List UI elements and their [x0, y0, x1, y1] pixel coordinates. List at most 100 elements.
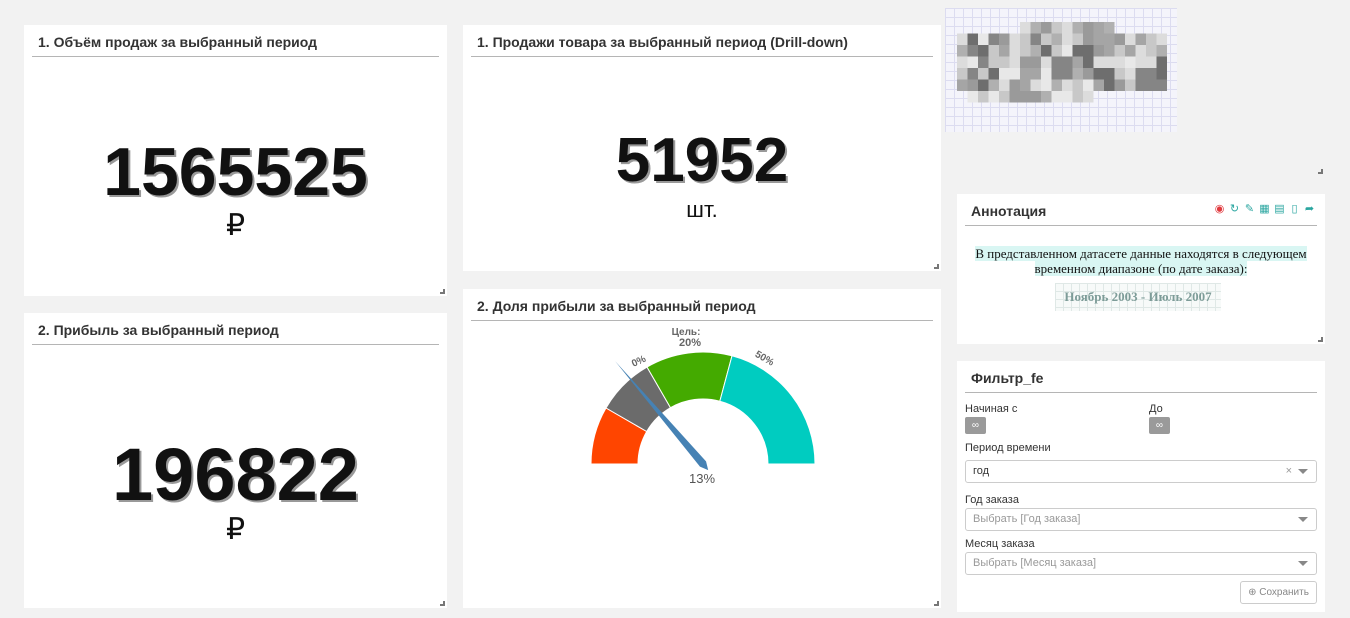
- logo-pixel: [1083, 45, 1094, 57]
- logo-pixel: [1083, 91, 1094, 103]
- logo-panel: [945, 8, 1325, 176]
- refresh-icon[interactable]: ↻: [1229, 204, 1240, 215]
- logo-pixel: [1083, 22, 1094, 34]
- annotation-toolbar: ◉ ↻ ✎ ▦ ▤ ▯ ➦: [1214, 204, 1315, 215]
- logo-pixel: [1041, 91, 1052, 103]
- resize-handle[interactable]: [440, 289, 445, 294]
- clear-icon[interactable]: ×: [1286, 461, 1292, 482]
- resize-handle[interactable]: [1318, 169, 1323, 174]
- logo-pixel: [1093, 68, 1104, 80]
- logo-pixel: [1072, 22, 1083, 34]
- logo-pixel: [1135, 56, 1146, 68]
- currency-unit: ₽: [225, 209, 246, 242]
- logo-pixel: [999, 33, 1010, 45]
- logo-pixel: [999, 56, 1010, 68]
- share-icon[interactable]: ➦: [1304, 204, 1315, 215]
- excel-icon[interactable]: ▤: [1274, 204, 1285, 215]
- logo-pixel: [1114, 45, 1125, 57]
- logo-pixel: [1156, 68, 1167, 80]
- items-value: 51952: [615, 126, 789, 195]
- logo-pixel: [1009, 56, 1020, 68]
- logo-pixel: [1020, 22, 1031, 34]
- logo-pixel: [1114, 79, 1125, 91]
- logo-pixel: [1104, 68, 1115, 80]
- logo-pixel: [988, 79, 999, 91]
- logo-pixel: [1083, 79, 1094, 91]
- logo-pixel: [988, 45, 999, 57]
- logo-pixel: [1135, 68, 1146, 80]
- logo-pixel: [1020, 79, 1031, 91]
- logo-pixel: [1125, 68, 1136, 80]
- logo-pixel: [1041, 22, 1052, 34]
- panel-title: Фильтр_fe: [965, 361, 1317, 393]
- logo-pixel: [1051, 56, 1062, 68]
- logo-pixel: [1051, 91, 1062, 103]
- logo-pixel: [999, 45, 1010, 57]
- logo-pixel: [1041, 79, 1052, 91]
- pdf-icon[interactable]: ▯: [1289, 204, 1300, 215]
- logo-pixel: [988, 68, 999, 80]
- profit-share-panel: 2. Доля прибыли за выбранный период 0% Ц…: [463, 289, 941, 608]
- logo-pixel: [957, 68, 968, 80]
- logo-pixel: [957, 45, 968, 57]
- logo-pixel: [1125, 79, 1136, 91]
- logo-pixel: [957, 56, 968, 68]
- logo-pixel: [1030, 33, 1041, 45]
- logo-pixel: [1051, 45, 1062, 57]
- logo-pixel: [1146, 56, 1157, 68]
- logo-pixel: [1062, 45, 1073, 57]
- gauge-target-value: 20%: [679, 337, 701, 349]
- year-label: Год заказа: [965, 494, 1019, 506]
- chevron-down-icon: [1298, 561, 1308, 566]
- items-unit: шт.: [686, 197, 718, 222]
- logo-pixel: [1009, 91, 1020, 103]
- resize-handle[interactable]: [934, 264, 939, 269]
- logo-pixel: [1062, 79, 1073, 91]
- chevron-down-icon: [1298, 517, 1308, 522]
- logo-pixel: [1041, 45, 1052, 57]
- table-icon[interactable]: ▦: [1259, 204, 1270, 215]
- logo-pixel: [1135, 45, 1146, 57]
- logo-pixel: [1156, 45, 1167, 57]
- logo-pixel: [1072, 91, 1083, 103]
- save-button[interactable]: ⊕ Сохранить: [1240, 581, 1317, 604]
- to-infinity-button[interactable]: ∞: [1149, 417, 1170, 434]
- panel-title: 1. Объём продаж за выбранный период: [32, 25, 439, 57]
- gauge-value-label: 13%: [689, 471, 715, 486]
- logo-pixel: [1030, 68, 1041, 80]
- items-sales-panel: 1. Продажи товара за выбранный период (D…: [463, 25, 941, 271]
- logo-pixel: [1083, 56, 1094, 68]
- resize-handle[interactable]: [440, 601, 445, 606]
- logo-pixel: [1114, 33, 1125, 45]
- logo-pixel: [999, 68, 1010, 80]
- logo-pixel: [1030, 79, 1041, 91]
- edit-icon[interactable]: ✎: [1244, 204, 1255, 215]
- logo-pixel: [957, 33, 968, 45]
- pixelated-logo: [945, 8, 1177, 132]
- logo-pixel: [978, 79, 989, 91]
- month-select[interactable]: Выбрать [Месяц заказа]: [965, 552, 1317, 575]
- logo-pixel: [1072, 56, 1083, 68]
- annotation-text-content: В представленном датасете данные находят…: [975, 246, 1307, 276]
- filter-panel: Фильтр_fe Начиная с ∞ До ∞ Период времен…: [957, 361, 1325, 612]
- period-select[interactable]: год ×: [965, 460, 1317, 483]
- plus-circle-icon: ⊕: [1248, 587, 1257, 598]
- logo-pixel: [1146, 33, 1157, 45]
- logo-pixel: [1146, 45, 1157, 57]
- logo-pixel: [1125, 56, 1136, 68]
- logo-pixel: [967, 91, 978, 103]
- logo-pixel: [1072, 68, 1083, 80]
- annotation-panel: Аннотация ◉ ↻ ✎ ▦ ▤ ▯ ➦ В представленном…: [957, 194, 1325, 344]
- resize-handle[interactable]: [934, 601, 939, 606]
- wifi-icon[interactable]: ◉: [1214, 204, 1225, 215]
- profit-panel: 2. Прибыль за выбранный период 196822 ₽: [24, 313, 447, 608]
- logo-pixel: [1104, 56, 1115, 68]
- resize-handle[interactable]: [1318, 337, 1323, 342]
- logo-pixel: [978, 56, 989, 68]
- logo-pixel: [1156, 33, 1167, 45]
- from-infinity-button[interactable]: ∞: [965, 417, 986, 434]
- logo-pixel: [1083, 68, 1094, 80]
- gauge-chart: 0% Цель: 20% 50% 13%: [590, 327, 816, 486]
- year-select[interactable]: Выбрать [Год заказа]: [965, 508, 1317, 531]
- chevron-down-icon: [1298, 469, 1308, 474]
